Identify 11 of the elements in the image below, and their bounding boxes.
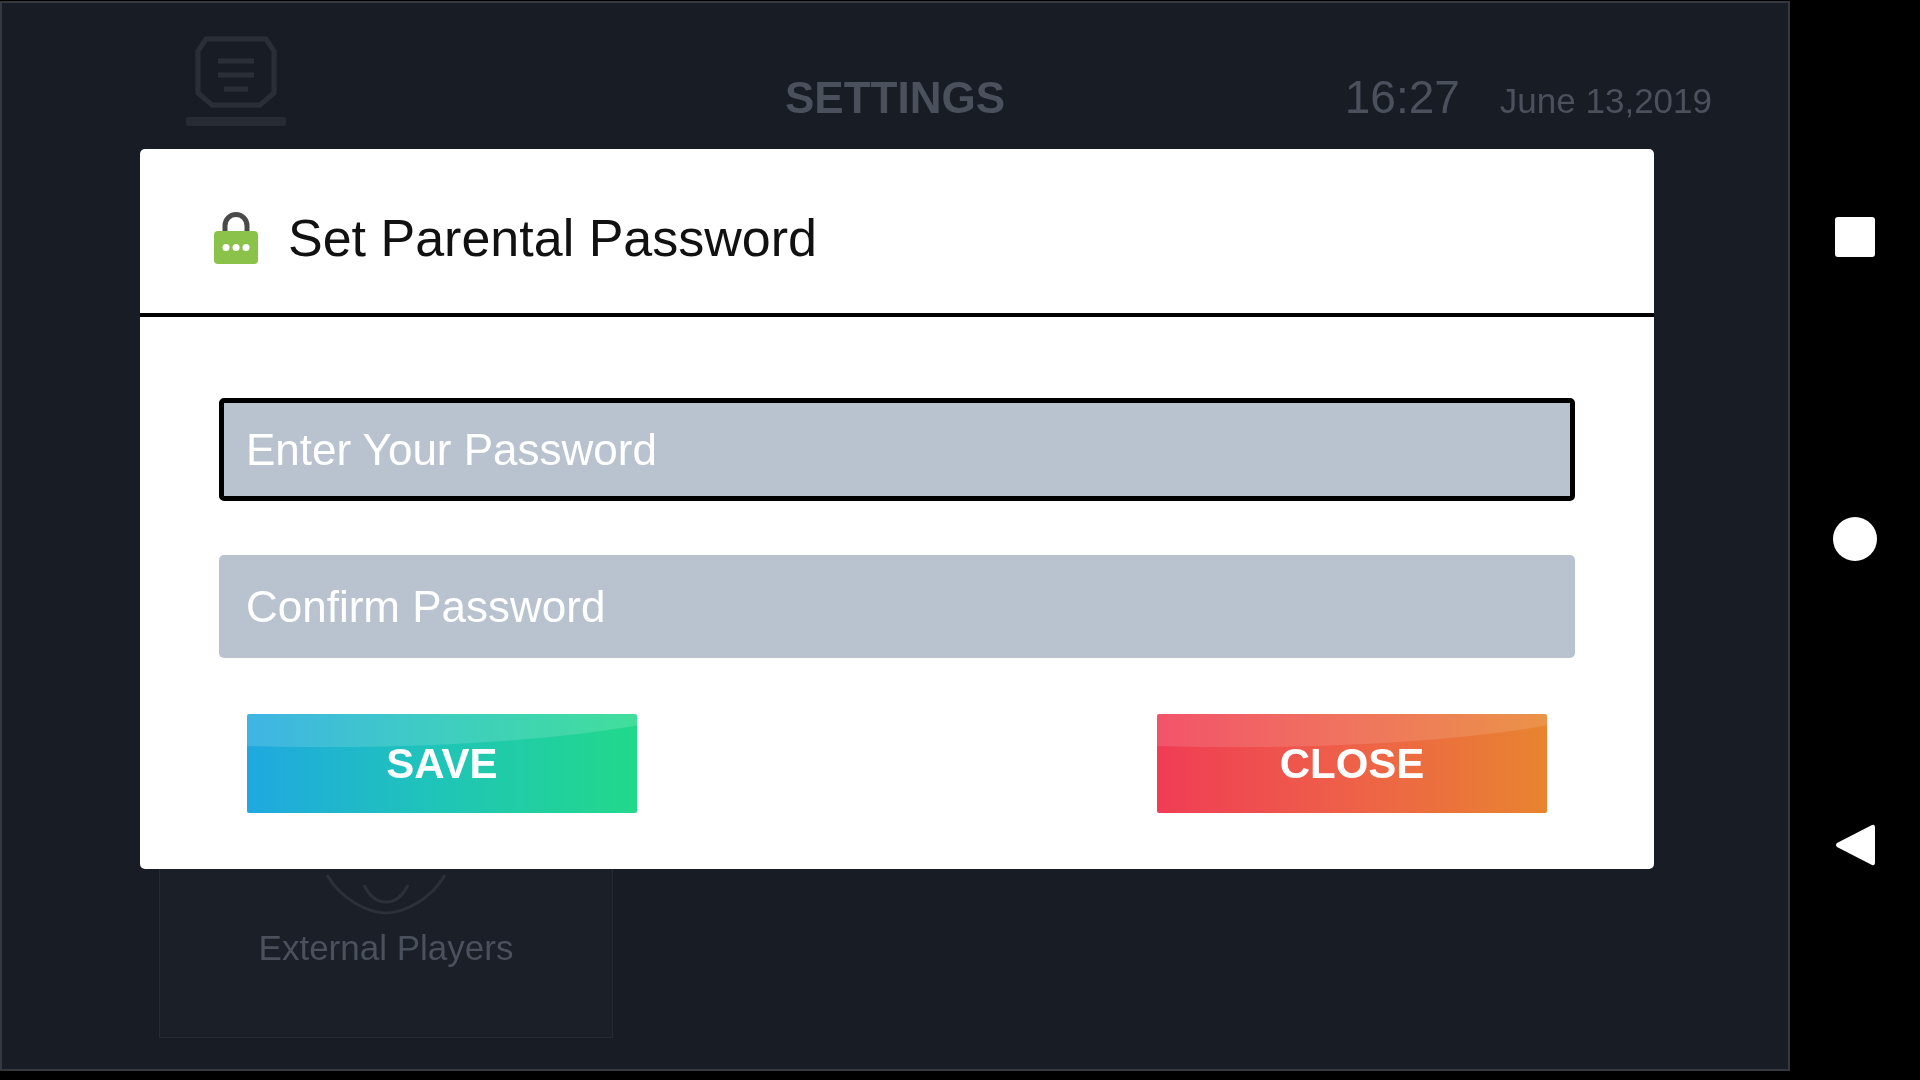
clock-time: 16:27	[1344, 71, 1460, 123]
password-field[interactable]: Confirm Password	[219, 555, 1575, 658]
close-button[interactable]: CLOSE	[1157, 714, 1547, 813]
dialog-title: Set Parental Password	[288, 208, 817, 268]
home-icon[interactable]	[1833, 517, 1877, 561]
back-icon[interactable]	[1835, 823, 1875, 867]
date-text: June 13,2019	[1499, 81, 1712, 121]
lock-icon	[214, 212, 258, 264]
password-field[interactable]: Enter Your Password	[219, 398, 1575, 501]
screen-title: SETTINGS	[785, 72, 1005, 124]
save-button[interactable]: SAVE	[247, 714, 637, 813]
